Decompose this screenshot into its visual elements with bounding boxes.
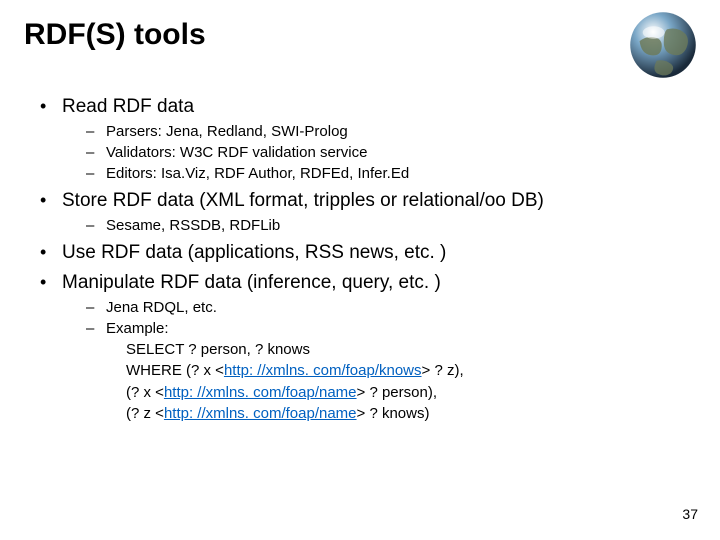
bullet-text: Use RDF data (applications, RSS news, et… (62, 242, 446, 263)
sub-jena-rdql: Jena RDQL, etc. (86, 298, 680, 318)
example-line-3: (? x <http: //xmlns. com/foap/name> ? pe… (126, 383, 680, 403)
sub-example: Example: (86, 319, 680, 339)
sub-editors: Editors: Isa.Viz, RDF Author, RDFEd, Inf… (86, 164, 680, 184)
bullet-use-rdf: Use RDF data (applications, RSS news, et… (40, 240, 680, 266)
bullet-text: Read RDF data (62, 96, 194, 117)
text: > ? knows) (357, 405, 430, 422)
sub-validators: Validators: W3C RDF validation service (86, 143, 680, 163)
text: (? x < (126, 384, 164, 401)
slide-title: RDF(S) tools (24, 18, 206, 52)
slide: RDF(S) tools Read RDF data Parsers: Jena… (0, 0, 720, 540)
sub-text: Parsers: Jena, Redland, SWI-Prolog (106, 123, 348, 140)
text: > ? z), (422, 362, 464, 379)
sub-text: Editors: Isa.Viz, RDF Author, RDFEd, Inf… (106, 165, 409, 182)
example-line-4: (? z <http: //xmlns. com/foap/name> ? kn… (126, 404, 680, 424)
globe-icon (624, 6, 702, 84)
content-body: Read RDF data Parsers: Jena, Redland, SW… (40, 90, 680, 425)
sub-text: Sesame, RSSDB, RDFLib (106, 217, 280, 234)
sub-parsers: Parsers: Jena, Redland, SWI-Prolog (86, 122, 680, 142)
text: WHERE (? x < (126, 362, 224, 379)
example-line-1: SELECT ? person, ? knows (126, 340, 680, 360)
bullet-manipulate-rdf: Manipulate RDF data (inference, query, e… (40, 270, 680, 296)
link-knows[interactable]: http: //xmlns. com/foap/knows (224, 362, 422, 379)
link-name-2[interactable]: http: //xmlns. com/foap/name (164, 405, 357, 422)
example-line-2: WHERE (? x <http: //xmlns. com/foap/know… (126, 361, 680, 381)
sub-store-libs: Sesame, RSSDB, RDFLib (86, 216, 680, 236)
bullet-read-rdf: Read RDF data (40, 94, 680, 120)
link-name-1[interactable]: http: //xmlns. com/foap/name (164, 384, 357, 401)
sub-text: Example: (106, 320, 169, 337)
bullet-text: Store RDF data (XML format, tripples or … (62, 190, 544, 211)
sub-text: Validators: W3C RDF validation service (106, 144, 367, 161)
bullet-text: Manipulate RDF data (inference, query, e… (62, 272, 441, 293)
bullet-store-rdf: Store RDF data (XML format, tripples or … (40, 188, 680, 214)
page-number: 37 (682, 506, 698, 522)
text: > ? person), (357, 384, 437, 401)
sub-text: Jena RDQL, etc. (106, 299, 217, 316)
text: (? z < (126, 405, 164, 422)
